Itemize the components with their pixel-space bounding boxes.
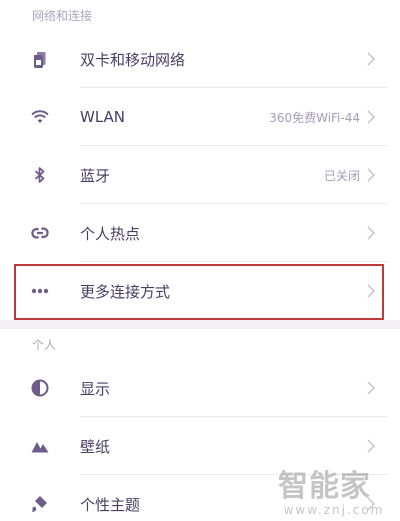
wlan-network-name: 360免费WiFi-44 xyxy=(269,110,360,125)
settings-item-label: 壁纸 xyxy=(80,437,111,456)
chevron-right-icon xyxy=(366,51,376,67)
settings-item-label: WLAN xyxy=(80,108,126,126)
chevron-right-icon xyxy=(366,283,376,299)
section-header-network: 网络和连接 xyxy=(0,0,400,30)
chevron-right-icon xyxy=(366,109,376,125)
settings-item-dual-sim[interactable]: 双卡和移动网络 xyxy=(0,30,400,88)
more-dots-icon xyxy=(31,282,49,300)
chevron-right-icon xyxy=(366,438,376,454)
sim-card-icon xyxy=(31,50,49,68)
theme-icon xyxy=(31,495,49,513)
settings-item-label: 双卡和移动网络 xyxy=(80,50,186,69)
settings-item-hotspot[interactable]: 个人热点 xyxy=(0,204,400,262)
bluetooth-status: 已关闭 xyxy=(323,168,360,183)
settings-item-display[interactable]: 显示 xyxy=(0,359,400,417)
chevron-right-icon xyxy=(366,167,376,183)
settings-item-bluetooth[interactable]: 蓝牙 已关闭 xyxy=(0,146,400,204)
display-icon xyxy=(31,379,49,397)
watermark-logo: 智能家 xyxy=(278,469,371,504)
settings-item-label: 个性主题 xyxy=(80,495,141,514)
settings-item-label: 蓝牙 xyxy=(80,166,111,185)
settings-item-label: 个人热点 xyxy=(80,224,141,243)
wifi-icon xyxy=(31,108,49,126)
settings-item-wlan[interactable]: WLAN 360免费WiFi-44 xyxy=(0,88,400,146)
chevron-right-icon xyxy=(366,380,376,396)
settings-item-label: 显示 xyxy=(80,379,111,398)
watermark: 智能家 www.znj.com xyxy=(278,461,390,519)
section-header-personal: 个人 xyxy=(0,329,400,359)
chevron-right-icon xyxy=(366,225,376,241)
section-divider xyxy=(0,320,400,329)
settings-item-more-connections[interactable]: 更多连接方式 xyxy=(0,262,400,320)
hotspot-icon xyxy=(31,224,49,242)
bluetooth-icon xyxy=(31,166,49,184)
wallpaper-icon xyxy=(31,437,49,455)
watermark-url: www.znj.com xyxy=(283,503,385,517)
settings-page: 网络和连接 双卡和移动网络 WLAN 360免费WiFi-44 蓝牙 已关闭 个… xyxy=(0,0,400,521)
settings-item-label: 更多连接方式 xyxy=(80,282,171,301)
